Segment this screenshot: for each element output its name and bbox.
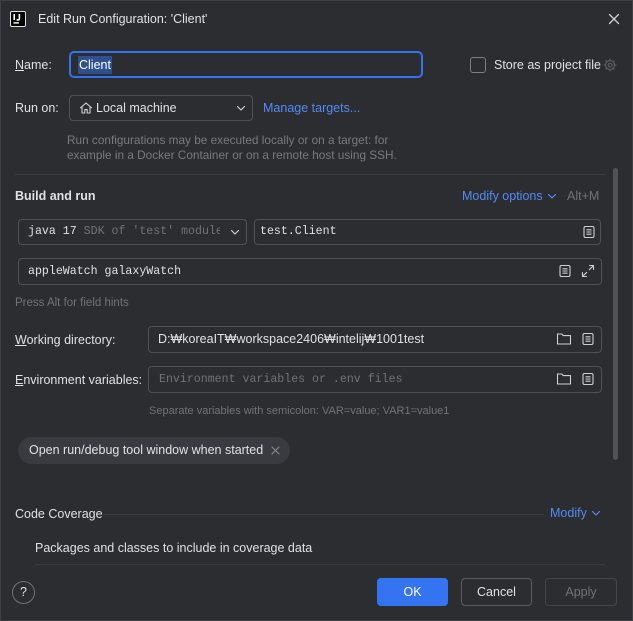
chevron-down-icon [235, 102, 247, 114]
close-button[interactable] [606, 11, 622, 27]
run-on-description-line-1: Run configurations may be executed local… [67, 133, 389, 147]
run-on-description-line-2: example in a Docker Container or on a re… [67, 148, 397, 162]
intellij-idea-icon [10, 11, 26, 27]
run-on-selected: Local machine [96, 101, 177, 115]
modify-options-label: Modify options [462, 189, 543, 203]
working-directory-field[interactable]: D:₩koreaIT₩workspace2406₩intelij₩1001tes… [148, 326, 602, 353]
expand-icon[interactable] [581, 264, 595, 278]
environment-variables-field[interactable]: Environment variables or .env files [148, 366, 602, 393]
coverage-modify-button[interactable]: Modify [550, 505, 604, 521]
store-as-project-file-label[interactable]: Store as project file [494, 57, 601, 73]
gear-icon [602, 57, 618, 73]
program-arguments-value: appleWatch galaxyWatch [28, 265, 182, 278]
name-input-value: Client [78, 56, 112, 74]
main-class-field[interactable]: test.Client [254, 219, 601, 245]
jdk-name: java 17 [28, 225, 77, 238]
list-icon[interactable] [558, 264, 572, 278]
close-icon [606, 11, 622, 27]
store-as-project-file-checkbox[interactable] [470, 57, 486, 73]
jdk-dropdown[interactable]: java 17 SDK of 'test' module [18, 219, 247, 245]
coverage-modify-label: Modify [550, 506, 587, 520]
main-class-value: test.Client [260, 225, 337, 238]
program-arguments-field[interactable]: appleWatch galaxyWatch [18, 258, 602, 285]
list-icon[interactable] [582, 225, 596, 239]
folder-icon[interactable] [556, 372, 572, 386]
help-button[interactable]: ? [12, 581, 35, 604]
cancel-button[interactable]: Cancel [461, 578, 532, 606]
coverage-packages-header: Packages and classes to include in cover… [35, 541, 313, 555]
ok-button[interactable]: OK [377, 578, 448, 606]
build-and-run-heading: Build and run [15, 189, 96, 203]
name-label: Name: [15, 58, 52, 72]
name-input[interactable]: Client [69, 51, 423, 78]
apply-button[interactable]: Apply [545, 578, 617, 606]
code-coverage-heading: Code Coverage [15, 507, 103, 521]
chevron-down-icon [590, 507, 602, 519]
chevron-down-icon [546, 190, 558, 202]
list-icon[interactable] [581, 372, 595, 386]
help-icon: ? [20, 585, 27, 599]
modify-options-shortcut: Alt+M [567, 189, 600, 203]
working-directory-value: D:₩koreaIT₩workspace2406₩intelij₩1001tes… [158, 332, 425, 346]
dialog-title: Edit Run Configuration: 'Client' [38, 12, 208, 26]
scrollbar-thumb[interactable] [613, 168, 618, 460]
environment-variables-hint: Separate variables with semicolon: VAR=v… [149, 405, 450, 417]
jdk-detail: SDK of 'test' module [83, 225, 220, 238]
code-coverage-separator [104, 514, 544, 515]
folder-icon[interactable] [556, 332, 572, 346]
list-icon[interactable] [581, 332, 595, 346]
working-directory-label: Working directory: [15, 333, 116, 347]
chevron-down-icon [229, 226, 241, 238]
environment-variables-label: Environment variables: [15, 373, 143, 387]
environment-variables-placeholder: Environment variables or .env files [159, 373, 403, 386]
manage-targets-link[interactable]: Manage targets... [263, 100, 360, 116]
coverage-packages-divider [35, 564, 605, 565]
run-on-dropdown[interactable]: Local machine [69, 95, 253, 121]
field-hints-note: Press Alt for field hints [15, 297, 129, 309]
jdk-selection: java 17 SDK of 'test' module [28, 220, 220, 244]
modify-options-button[interactable]: Modify options [462, 188, 558, 204]
home-icon [79, 101, 93, 115]
remove-option-icon[interactable] [271, 446, 280, 455]
option-chip-label: Open run/debug tool window when started [29, 443, 264, 457]
section-separator [15, 174, 605, 175]
option-chip[interactable]: Open run/debug tool window when started [18, 437, 290, 464]
run-on-label: Run on: [15, 101, 59, 115]
dialog-frame [0, 0, 633, 621]
